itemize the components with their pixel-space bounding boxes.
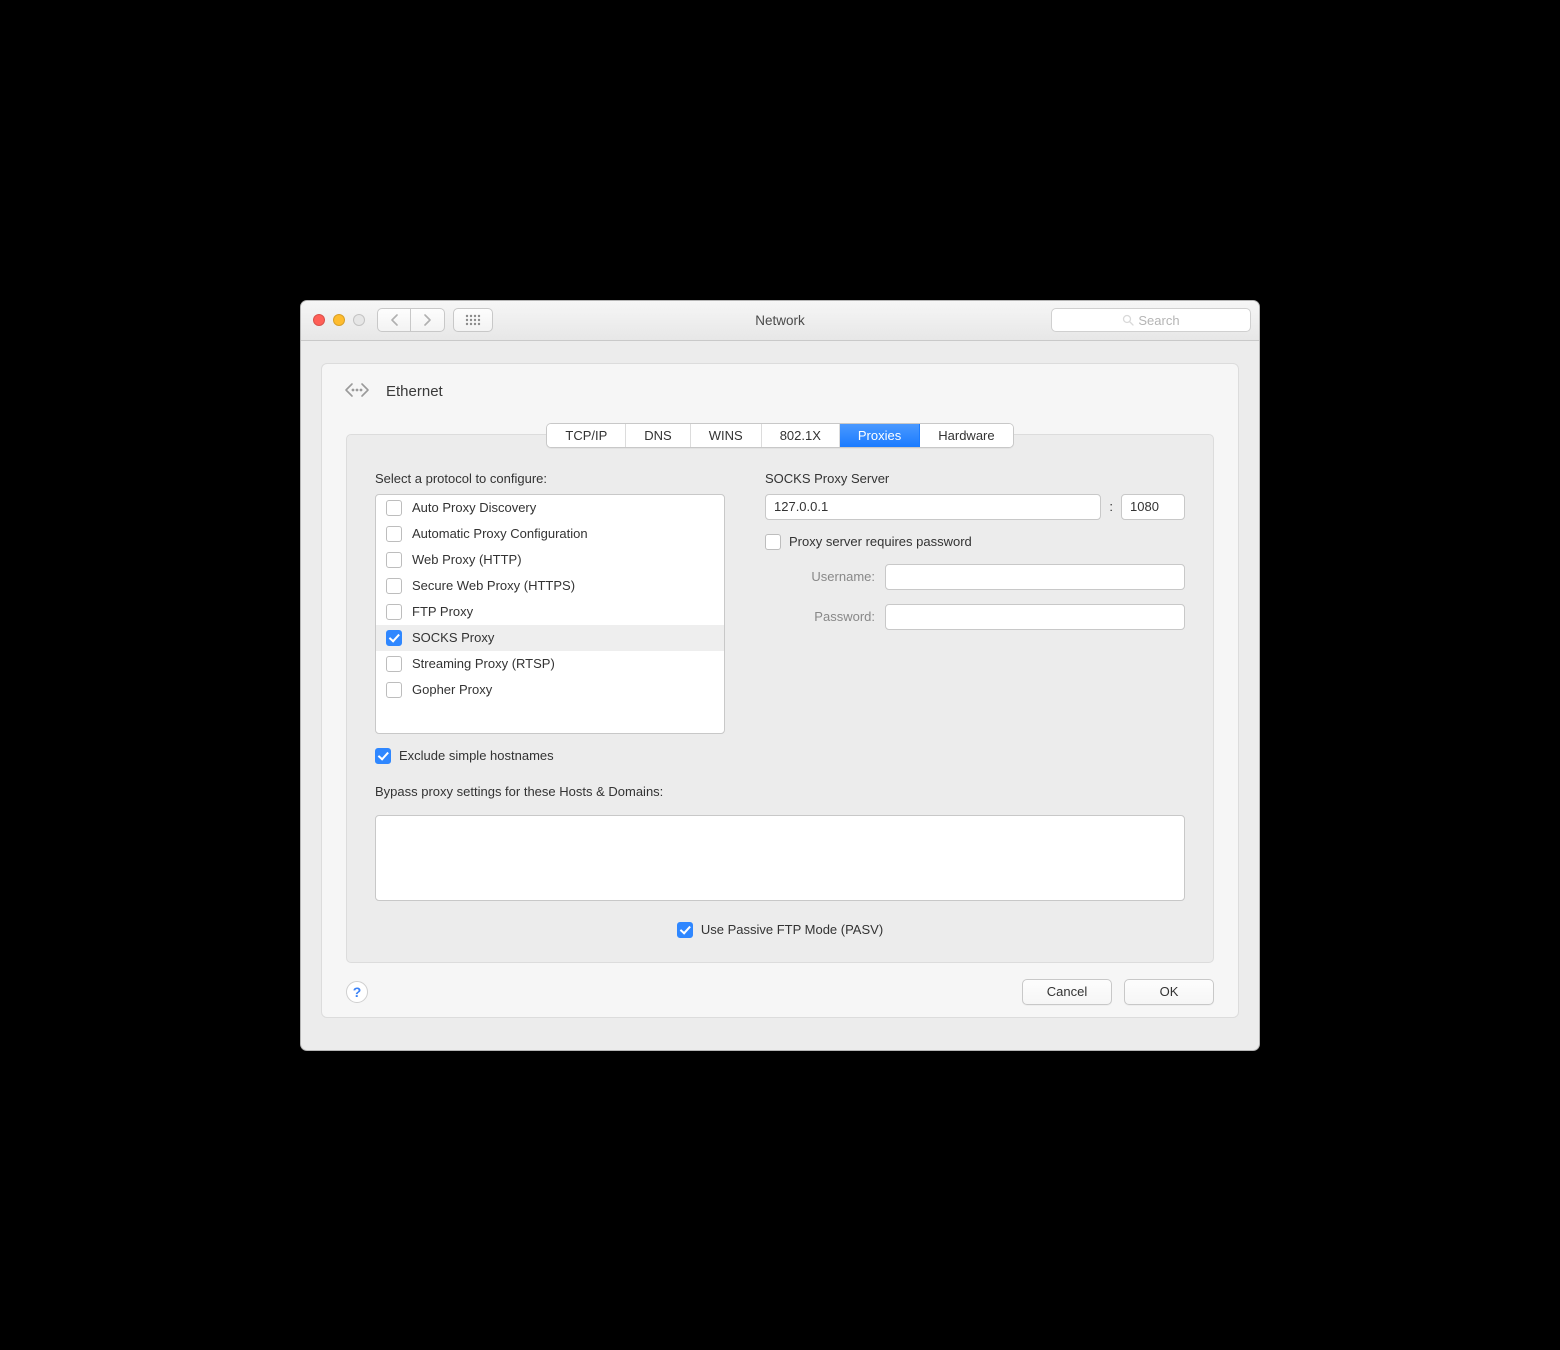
checkbox[interactable] (386, 604, 402, 620)
tab-hardware[interactable]: Hardware (920, 424, 1012, 447)
protocol-label: Gopher Proxy (412, 682, 492, 697)
chevron-left-icon (390, 314, 399, 326)
password-input[interactable] (885, 604, 1185, 630)
protocol-row-ftp[interactable]: FTP Proxy (376, 599, 724, 625)
tab-proxies[interactable]: Proxies (840, 424, 920, 447)
protocol-row-socks[interactable]: SOCKS Proxy (376, 625, 724, 651)
help-icon: ? (353, 984, 362, 1000)
tab-dns[interactable]: DNS (626, 424, 690, 447)
pasv-checkbox[interactable] (677, 922, 693, 938)
help-button[interactable]: ? (346, 981, 368, 1003)
show-all-button[interactable] (453, 308, 493, 332)
requires-password-checkbox[interactable] (765, 534, 781, 550)
checkbox[interactable] (386, 552, 402, 568)
proxy-port-input[interactable] (1121, 494, 1185, 520)
protocol-row-auto-config[interactable]: Automatic Proxy Configuration (376, 521, 724, 547)
ok-button[interactable]: OK (1124, 979, 1214, 1005)
tab-tcpip[interactable]: TCP/IP (547, 424, 626, 447)
advanced-sheet: Ethernet TCP/IP DNS WINS 802.1X Proxies … (321, 363, 1239, 1018)
forward-button[interactable] (411, 308, 445, 332)
protocol-label: Auto Proxy Discovery (412, 500, 536, 515)
host-port-separator: : (1109, 499, 1113, 514)
protocol-row-rtsp[interactable]: Streaming Proxy (RTSP) (376, 651, 724, 677)
checkbox[interactable] (386, 578, 402, 594)
protocol-list[interactable]: Auto Proxy Discovery Automatic Proxy Con… (375, 494, 725, 734)
window-close-button[interactable] (313, 314, 325, 326)
username-label: Username: (765, 569, 875, 584)
protocol-row-http[interactable]: Web Proxy (HTTP) (376, 547, 724, 573)
proxies-panel: Select a protocol to configure: Auto Pro… (346, 434, 1214, 963)
chevron-right-icon (423, 314, 432, 326)
bypass-label: Bypass proxy settings for these Hosts & … (375, 784, 1185, 799)
protocol-row-gopher[interactable]: Gopher Proxy (376, 677, 724, 703)
pasv-label: Use Passive FTP Mode (PASV) (701, 922, 883, 937)
cancel-button[interactable]: Cancel (1022, 979, 1112, 1005)
checkbox[interactable] (386, 500, 402, 516)
protocol-label: FTP Proxy (412, 604, 473, 619)
window-minimize-button[interactable] (333, 314, 345, 326)
tab-8021x[interactable]: 802.1X (762, 424, 840, 447)
username-input[interactable] (885, 564, 1185, 590)
search-placeholder: Search (1138, 313, 1179, 328)
protocol-row-https[interactable]: Secure Web Proxy (HTTPS) (376, 573, 724, 599)
protocol-label: Web Proxy (HTTP) (412, 552, 522, 567)
exclude-simple-label: Exclude simple hostnames (399, 748, 554, 763)
tab-wins[interactable]: WINS (691, 424, 762, 447)
tabs: TCP/IP DNS WINS 802.1X Proxies Hardware (546, 423, 1013, 448)
back-button[interactable] (377, 308, 411, 332)
proxy-server-label: SOCKS Proxy Server (765, 471, 1185, 486)
protocol-label: SOCKS Proxy (412, 630, 494, 645)
checkbox-checked[interactable] (386, 630, 402, 646)
requires-password-row[interactable]: Proxy server requires password (765, 534, 1185, 550)
checkbox[interactable] (386, 526, 402, 542)
checkbox[interactable] (386, 656, 402, 672)
search-icon (1122, 314, 1134, 326)
search-field[interactable]: Search (1051, 308, 1251, 332)
pasv-row[interactable]: Use Passive FTP Mode (PASV) (375, 922, 1185, 938)
grid-icon (465, 314, 481, 326)
traffic-lights (313, 314, 365, 326)
protocol-label: Automatic Proxy Configuration (412, 526, 588, 541)
exclude-simple-row[interactable]: Exclude simple hostnames (375, 748, 725, 764)
protocol-row-auto-discovery[interactable]: Auto Proxy Discovery (376, 495, 724, 521)
protocol-label: Secure Web Proxy (HTTPS) (412, 578, 575, 593)
protocol-select-label: Select a protocol to configure: (375, 471, 725, 486)
proxy-host-input[interactable] (765, 494, 1101, 520)
preferences-window: Network Search Ethernet TCP/IP (300, 300, 1260, 1051)
bypass-textarea[interactable] (375, 815, 1185, 901)
ethernet-icon (340, 376, 374, 407)
checkbox[interactable] (386, 682, 402, 698)
password-label: Password: (765, 609, 875, 624)
protocol-label: Streaming Proxy (RTSP) (412, 656, 555, 671)
titlebar: Network Search (301, 301, 1259, 341)
nav-buttons (377, 308, 445, 332)
window-zoom-button (353, 314, 365, 326)
exclude-simple-checkbox[interactable] (375, 748, 391, 764)
requires-password-label: Proxy server requires password (789, 534, 972, 549)
interface-name: Ethernet (386, 383, 443, 400)
